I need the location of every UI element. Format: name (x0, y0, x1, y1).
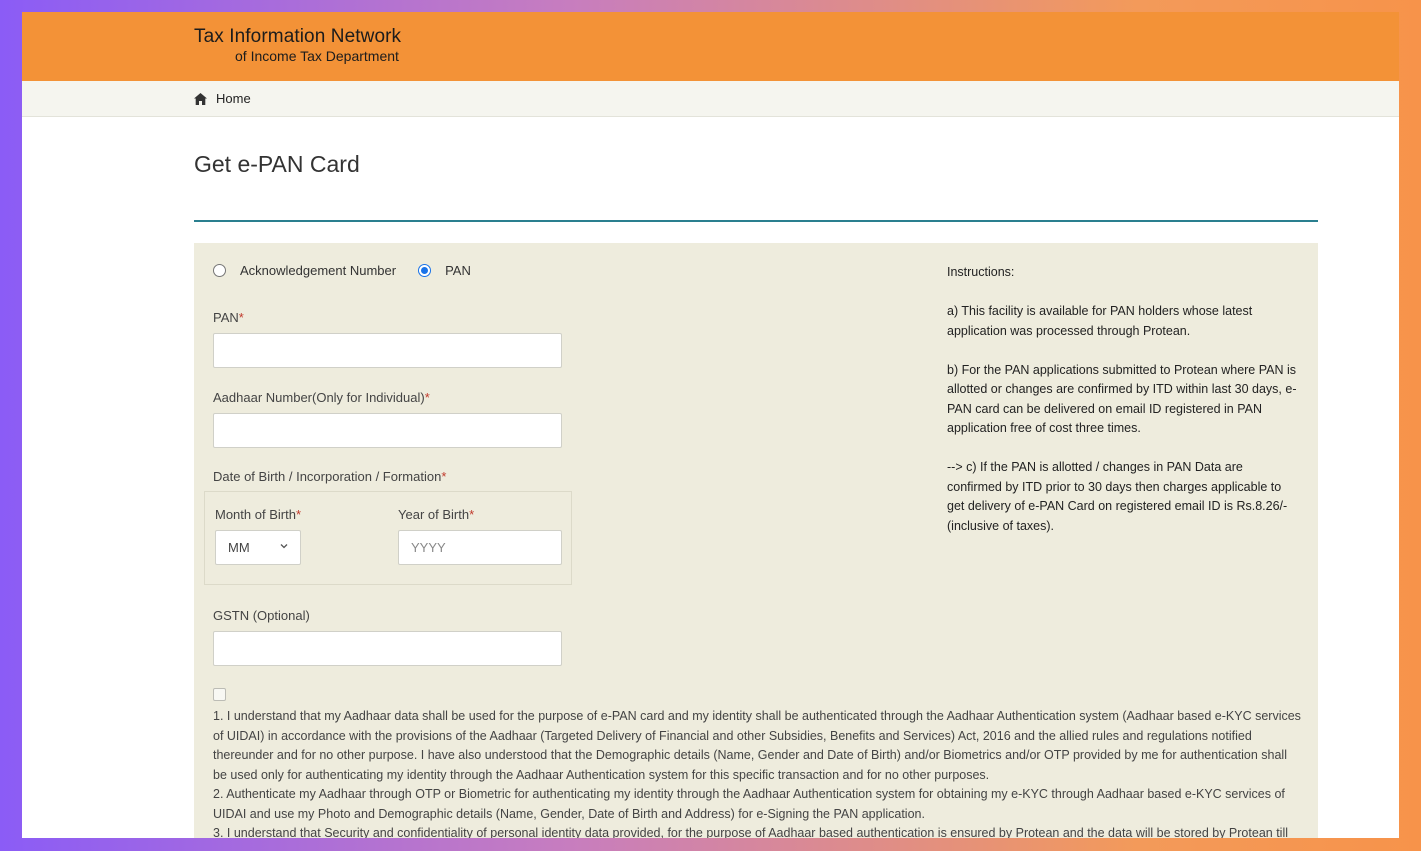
site-header: Tax Information Network of Income Tax De… (22, 12, 1399, 81)
radio-pan[interactable] (418, 264, 432, 277)
term-item: 2. Authenticate my Aadhaar through OTP o… (213, 787, 1285, 821)
month-label: Month of Birth* (215, 507, 301, 522)
pan-input[interactable] (213, 333, 562, 368)
pan-label-text: PAN (213, 310, 239, 325)
brand-title: Tax Information Network (194, 26, 402, 47)
gstn-label: GSTN (Optional) (213, 608, 310, 623)
dob-group: Month of Birth* MM Year of Birth* (204, 491, 572, 585)
instruction-item: a) This facility is available for PAN ho… (947, 304, 1253, 338)
search-type-radio-group: Acknowledgement Number PAN (213, 263, 493, 278)
year-label-text: Year of Birth (398, 507, 470, 522)
radio-pan-label[interactable]: PAN (445, 263, 471, 278)
brand-subtitle: of Income Tax Department (235, 48, 399, 64)
form-panel: Acknowledgement Number PAN PAN* Aadhaar … (194, 243, 1318, 838)
instruction-item: b) For the PAN applications submitted to… (947, 362, 1297, 436)
aadhaar-input[interactable] (213, 413, 562, 448)
required-mark: * (238, 310, 244, 325)
breadcrumb-bar: Home (22, 81, 1399, 117)
year-input[interactable] (398, 530, 562, 565)
consent-checkbox[interactable] (213, 688, 226, 701)
month-select-value: MM (228, 540, 250, 555)
breadcrumb-home-label: Home (216, 91, 251, 106)
aadhaar-label-text: Aadhaar Number(Only for Individual) (213, 390, 425, 405)
chevron-down-icon (280, 544, 288, 549)
pan-label: PAN* (213, 310, 244, 325)
radio-acknowledgement-number[interactable] (213, 264, 226, 277)
gstn-input[interactable] (213, 631, 562, 666)
required-mark: * (469, 507, 475, 522)
dob-label-text: Date of Birth / Incorporation / Formatio… (213, 469, 442, 484)
browser-viewport: Tax Information Network of Income Tax De… (22, 12, 1399, 838)
title-divider (194, 220, 1318, 222)
site-logo[interactable]: Tax Information Network of Income Tax De… (194, 26, 401, 65)
instructions-heading: Instructions: (947, 265, 1015, 279)
dob-label: Date of Birth / Incorporation / Formatio… (213, 469, 446, 484)
required-mark: * (295, 507, 301, 522)
aadhaar-label: Aadhaar Number(Only for Individual)* (213, 390, 430, 405)
page-title: Get e-PAN Card (194, 151, 360, 177)
radio-acknowledgement-label[interactable]: Acknowledgement Number (240, 263, 396, 278)
month-label-text: Month of Birth (215, 507, 296, 522)
consent-terms: 1. I understand that my Aadhaar data sha… (213, 707, 1303, 838)
term-item: 3. I understand that Security and confid… (213, 826, 1288, 838)
instruction-item: --> c) If the PAN is allotted / changes … (947, 460, 1288, 533)
month-select[interactable]: MM (215, 530, 301, 565)
required-mark: * (424, 390, 430, 405)
breadcrumb-home[interactable]: Home (194, 91, 251, 106)
instructions-panel: Instructions: a) This facility is availa… (947, 263, 1297, 556)
year-label: Year of Birth* (398, 507, 474, 522)
home-icon (194, 92, 207, 105)
term-item: 1. I understand that my Aadhaar data sha… (213, 709, 1301, 782)
required-mark: * (441, 469, 447, 484)
